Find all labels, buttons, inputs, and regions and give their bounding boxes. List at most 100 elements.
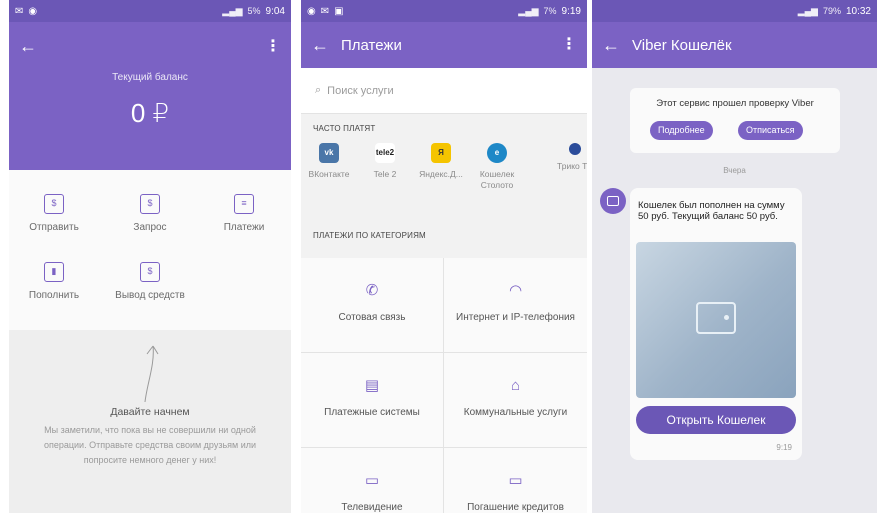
top-up-label: Пополнить [28,290,80,301]
viber-wallet-chat-screen: ▂▄▆ 79% 10:32 ← Viber Кошелёк Этот серви… [592,0,877,513]
category-label: Коммунальные услуги [463,407,568,418]
category-label: Телевидение [341,502,403,513]
page-title: Viber Кошелёк [632,36,732,54]
category-label: Интернет и IP-телефония [456,312,575,323]
top-up-button[interactable]: ▮ Пополнить [9,262,99,301]
tv-icon: ▭ [364,472,380,489]
clock: 9:19 [561,5,581,17]
message-bubble: Кошелек был пополнен на сумму 50 руб. Те… [630,188,802,460]
request-label: Запрос [133,222,167,233]
battery-percent: 79% [822,6,841,16]
request-button[interactable]: $ Запрос [105,194,195,233]
message-text: Кошелек был пополнен на сумму 50 руб. Те… [638,200,785,222]
status-bar: ▂▄▆ 79% 10:32 [592,0,877,22]
app-bar: ← Viber Кошелёк [592,22,877,68]
overflow-menu-icon[interactable]: ⋮ [561,34,577,54]
message-time: 9:19 [776,443,792,452]
category-utilities[interactable]: ⌂ Коммунальные услуги [444,353,587,447]
clock: 10:32 [845,5,871,17]
categories-section-title: ПЛАТЕЖИ ПО КАТЕГОРИЯМ [313,231,426,240]
open-wallet-button[interactable]: Открыть Кошелек [636,406,796,434]
arrow-up-icon [144,345,159,403]
message-icon: ✉ [320,5,330,17]
balance-label: Текущий баланс [112,72,188,83]
category-loans[interactable]: ▭ Погашение кредитов [444,448,587,513]
withdraw-icon: $ [140,262,160,282]
yandex-icon: Я [431,143,451,163]
frequent-item-label: ВКонтакте [308,169,350,179]
wallet-icon [607,196,619,206]
payment-systems-icon: ▤ [364,377,380,394]
battery-percent: 7% [543,6,557,16]
wifi-icon: ◠ [508,282,523,299]
gallery-icon: ▣ [334,5,344,17]
frequent-item-vk[interactable]: vk ВКонтакте [301,143,357,180]
card-icon: ▭ [508,472,523,489]
top-up-icon: ▮ [44,262,64,282]
back-arrow-icon[interactable]: ← [311,35,333,56]
category-mobile[interactable]: ✆ Сотовая связь [301,258,443,352]
withdraw-label: Вывод средств [115,290,185,301]
frequent-item-stoloto[interactable]: e Кошелек Столото [469,143,525,191]
payments-icon: ≡ [234,194,254,214]
viber-icon: ◉ [307,5,316,17]
signal-icon: ▂▄▆ [222,5,243,16]
verified-text: Этот сервис прошел проверку Viber [656,98,814,109]
send-money-icon: $ [44,194,64,214]
date-separator: Вчера [723,166,746,175]
balance-value: 0 ₽ [130,98,170,128]
more-info-button[interactable]: Подробнее [650,121,713,140]
empty-state-title: Давайте начнем [110,406,190,418]
send-label: Отправить [29,222,79,233]
back-arrow-icon[interactable]: ← [602,35,624,56]
frequent-list: vk ВКонтакте tele2 Tele 2 Я Яндекс.Д... … [301,139,587,221]
tele2-icon: tele2 [375,143,395,163]
viber-icon: ◉ [28,5,38,17]
trikolor-icon [569,143,581,155]
overflow-menu-icon[interactable]: ⋮ [265,36,281,56]
category-tv[interactable]: ▭ Телевидение [301,448,443,513]
payments-button[interactable]: ≡ Платежи [199,194,289,233]
search-icon: ⌕ [315,84,322,96]
message-icon: ✉ [15,5,24,17]
status-bar: ◉ ✉ ▣ ▂▄▆ 7% 9:19 [301,0,587,22]
payments-label: Платежи [223,222,265,233]
category-label: Платежные системы [324,407,420,418]
categories-grid: ✆ Сотовая связь ◠ Интернет и IP-телефони… [301,258,587,513]
category-internet[interactable]: ◠ Интернет и IP-телефония [444,258,587,352]
frequent-item-trikolor[interactable]: Трико ТВ [547,143,587,172]
category-payment-systems[interactable]: ▤ Платежные системы [301,353,443,447]
signal-icon: ▂▄▆ [797,5,818,16]
frequent-item-label: Яндекс.Д... [419,169,463,179]
empty-state-text: Мы заметили, что пока вы не совершили ни… [43,425,257,465]
wallet-actions: $ Отправить $ Запрос ≡ Платежи ▮ Пополни… [9,170,291,330]
wallet-balance-screen: ✉ ◉ ▂▄▆ 5% 9:04 ← ⋮ Текущий баланс 0 ₽ $ … [9,0,291,513]
app-bar: ← Платежи ⋮ [301,22,587,68]
verified-service-card: Этот сервис прошел проверку Viber Подроб… [630,88,840,153]
clock: 9:04 [265,5,285,17]
bank-icon: ⌂ [510,377,521,394]
frequent-item-label: Трико ТВ [557,161,587,171]
vk-icon: vk [319,143,339,163]
request-money-icon: $ [140,194,160,214]
category-label: Погашение кредитов [467,502,564,513]
status-bar: ✉ ◉ ▂▄▆ 5% 9:04 [9,0,291,22]
frequent-item-label: Tele 2 [373,169,397,179]
signal-icon: ▂▄▆ [518,5,539,16]
frequent-item-yandex[interactable]: Я Яндекс.Д... [413,143,469,180]
frequent-section-title: ЧАСТО ПЛАТЯТ [313,124,376,133]
phone-icon: ✆ [365,282,379,299]
stoloto-icon: e [487,143,507,163]
wallet-card-image [636,242,796,398]
withdraw-button[interactable]: $ Вывод средств [105,262,195,301]
unsubscribe-button[interactable]: Отписаться [738,121,803,140]
search-placeholder: Поиск услуги [327,84,394,97]
send-button[interactable]: $ Отправить [9,194,99,233]
frequent-item-tele2[interactable]: tele2 Tele 2 [357,143,413,180]
frequent-item-label: Кошелек Столото [479,169,515,190]
balance-header: ← ⋮ Текущий баланс 0 ₽ [9,22,291,170]
payments-screen: ◉ ✉ ▣ ▂▄▆ 7% 9:19 ← Платежи ⋮ ⌕ Поиск услу… [301,0,587,513]
empty-state: Давайте начнем Мы заметили, что пока вы … [9,330,291,513]
back-arrow-icon[interactable]: ← [19,36,37,57]
search-input[interactable]: ⌕ Поиск услуги [301,68,587,114]
